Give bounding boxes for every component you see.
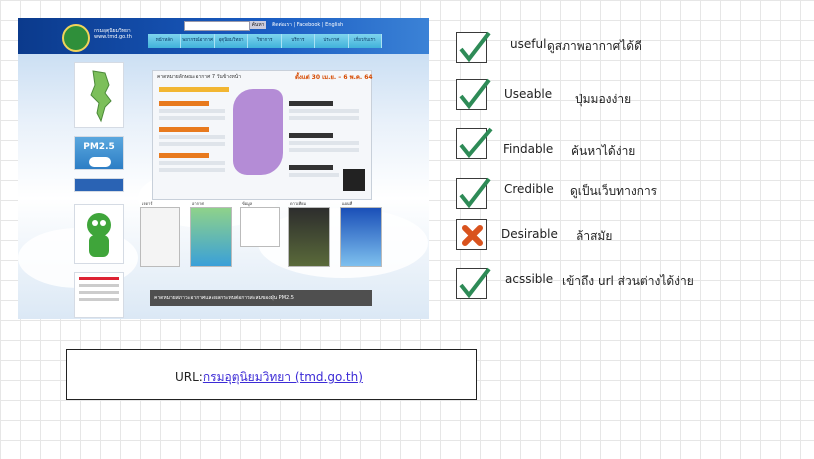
check-mark-box [456, 127, 493, 159]
check-mark-box [456, 267, 491, 299]
criterion-note: เข้าถึง url ส่วนต่างได้ง่าย [562, 274, 694, 288]
banner-row [289, 109, 359, 113]
criterion-label: Desirable [501, 227, 558, 241]
nav-item: พยากรณ์อากาศ [181, 34, 215, 48]
qr-code-icon [343, 169, 365, 191]
criterion-label: acssible [505, 272, 554, 286]
banner-row [289, 116, 359, 120]
criterion-note: ปุ่มมองง่าย [575, 92, 632, 106]
thumbnail [240, 207, 280, 247]
check-icon [459, 267, 491, 299]
thumb-caption: ดาวเทียม [290, 201, 307, 206]
url-line: URL:กรมอุตุนิยมวิทยา (tmd.go.th) [175, 368, 363, 387]
banner-row [289, 141, 359, 145]
banner-block [159, 153, 209, 158]
banner-row [159, 135, 225, 139]
banner-block [159, 127, 209, 132]
thumb-caption: แผนที่ [342, 201, 353, 206]
thumbnail [340, 207, 382, 267]
logo-subtitle: www.tmd.go.th [94, 34, 132, 40]
forecast-map [233, 89, 283, 175]
sidebar-table-tile [74, 272, 124, 318]
check-mark-box [456, 31, 491, 63]
check-mark-box [456, 78, 491, 110]
criterion-note: ค้นหาได้ง่าย [571, 144, 636, 158]
table-line [79, 298, 119, 301]
criterion-label: Useable [504, 87, 553, 101]
banner-block [159, 87, 229, 92]
table-line [79, 284, 119, 287]
thailand-map-icon [90, 70, 112, 123]
nav-item: ประกาศ [315, 34, 349, 48]
thumb-caption: อากาศ [192, 201, 204, 206]
cloud-icon [89, 157, 111, 167]
sidebar-map-tile [74, 62, 124, 128]
check-icon [459, 78, 491, 110]
banner-row [159, 142, 225, 146]
url-box: URL:กรมอุตุนิยมวิทยา (tmd.go.th) [66, 349, 477, 400]
criterion-label: Findable [503, 142, 554, 156]
thumbnail [288, 207, 330, 267]
banner-row [159, 161, 225, 165]
banner-block [159, 101, 209, 106]
thumb-caption: เรดาร์ [142, 201, 153, 206]
nav-item: วิชาการ [248, 34, 282, 48]
criterion-note: ล้าสมัย [576, 229, 613, 243]
banner-row [159, 109, 225, 113]
banner-title: คาดหมายลักษณะอากาศ 7 วันข้างหน้า [157, 74, 242, 80]
site-header: กรมอุตุนิยมวิทยา www.tmd.go.th ค้นหา ติด… [18, 18, 429, 54]
check-icon [459, 127, 493, 159]
thumbnail [190, 207, 232, 267]
criterion-label: useful [510, 37, 547, 51]
url-prefix: URL: [175, 370, 203, 384]
sidebar-small-banner [74, 178, 124, 192]
mascot-icon [87, 213, 111, 257]
forecast-banner: คาดหมายลักษณะอากาศ 7 วันข้างหน้า ตั้งแต่… [152, 70, 373, 200]
banner-block [289, 165, 333, 170]
cross-icon [462, 225, 483, 246]
sidebar-mascot-tile [74, 204, 124, 264]
check-icon [459, 177, 491, 209]
url-link[interactable]: กรมอุตุนิยมวิทยา (tmd.go.th) [203, 370, 363, 384]
criterion-note: ดูสภาพอากาศได้ดี [547, 39, 642, 53]
website-screenshot: กรมอุตุนิยมวิทยา www.tmd.go.th ค้นหา ติด… [18, 18, 429, 319]
banner-row [289, 148, 359, 152]
thumb-caption: ข้อมูล [242, 201, 253, 206]
site-search-button: ค้นหา [250, 21, 266, 29]
nav-item: เกี่ยวกับเรา [349, 34, 382, 48]
thumbnail [140, 207, 180, 267]
site-nav-bar: หน้าหลัก พยากรณ์อากาศ อุตุนิยมวิทยา วิชา… [148, 34, 382, 48]
top-links: ติดต่อเรา | Facebook | English [272, 22, 344, 28]
sidebar-pm-tile: PM2.5 [74, 136, 124, 170]
site-logo-text: กรมอุตุนิยมวิทยา www.tmd.go.th [94, 28, 132, 40]
site-search-input [184, 21, 250, 31]
criterion-label: Credible [504, 182, 554, 196]
table-line [79, 291, 119, 294]
cross-mark-box [456, 219, 487, 250]
banner-row [289, 173, 339, 177]
check-mark-box [456, 177, 491, 209]
nav-item: บริการ [282, 34, 316, 48]
banner-row [159, 116, 225, 120]
tmd-logo-icon [62, 24, 90, 52]
pm-label: PM2.5 [83, 142, 115, 152]
nav-item: อุตุนิยมวิทยา [215, 34, 249, 48]
banner-date: ตั้งแต่ 30 เม.ย. – 6 พ.ค. 64 [295, 74, 373, 81]
table-line [79, 277, 119, 280]
pm25-banner: คาดหมายสภาวะอากาศและผลกระทบต่อการสะสมของ… [150, 290, 372, 306]
banner-block [289, 101, 333, 106]
check-icon [459, 31, 491, 63]
banner-row [159, 168, 225, 172]
banner-block [289, 133, 333, 138]
criterion-note: ดูเป็นเว็บทางการ [570, 184, 658, 198]
nav-item: หน้าหลัก [148, 34, 182, 48]
